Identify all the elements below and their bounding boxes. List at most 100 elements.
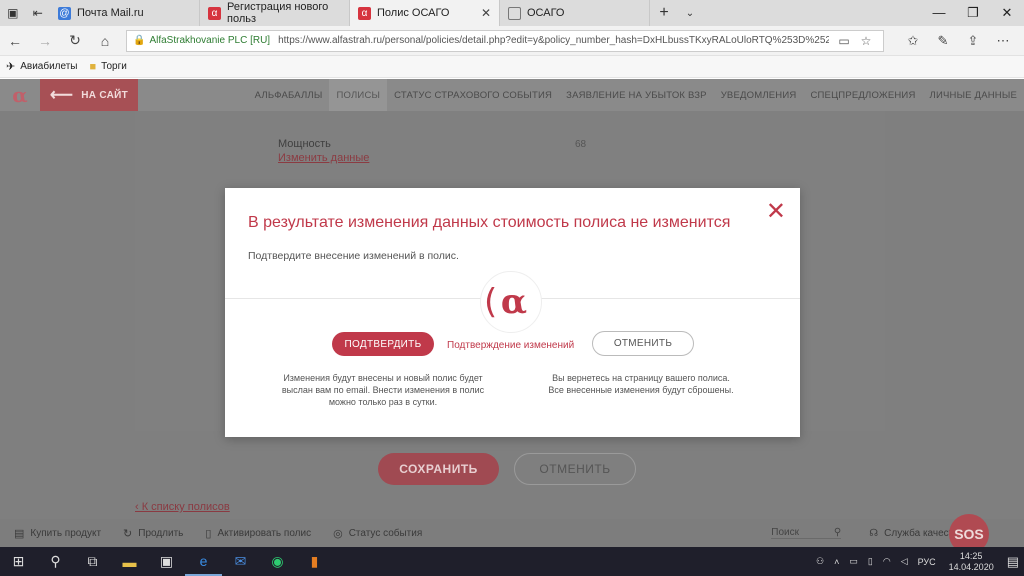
windows-start-icon[interactable]: ⊞ [0, 547, 37, 576]
set-aside-tabs-icon[interactable]: ⇤ [33, 6, 43, 20]
browser-tools: ✩ ✎ ⇪ ⋯ [898, 33, 1018, 49]
back-to-site-button[interactable]: ⟵ НА САЙТ [40, 79, 138, 111]
nav-personal-data[interactable]: ЛИЧНЫЕ ДАННЫЕ [923, 79, 1024, 111]
chevron-down-icon[interactable]: ⌄ [678, 8, 702, 19]
close-tab-icon[interactable]: ✕ [481, 6, 491, 20]
tab-osago[interactable]: ОСАГО [500, 0, 650, 26]
nav-claim-status[interactable]: СТАТУС СТРАХОВОГО СОБЫТИЯ [387, 79, 559, 111]
file-explorer-icon[interactable]: ▬ [111, 547, 148, 576]
site-nav: α ⟵ НА САЙТ АЛЬФАБАЛЛЫ ПОЛИСЫ СТАТУС СТР… [0, 79, 1024, 111]
footer-search[interactable]: Поиск ⚲ [771, 527, 842, 539]
address-input[interactable]: 🔒 AlfaStrakhovanie PLC [RU] https://www.… [126, 29, 884, 52]
nav-notifications[interactable]: УВЕДОМЛЕНИЯ [714, 79, 804, 111]
refresh-icon[interactable]: ↻ [60, 32, 90, 49]
page-icon [508, 6, 521, 20]
address-bar-row: ← → ↻ ⌂ 🔒 AlfaStrakhovanie PLC [RU] http… [0, 26, 1024, 56]
clock[interactable]: 14:25 14.04.2020 [949, 551, 994, 573]
plane-icon: ✈ [6, 61, 16, 73]
site-identity[interactable]: AlfaStrakhovanie PLC [RU] [149, 35, 270, 46]
favorite-torgi[interactable]: ■ Торги [90, 61, 127, 73]
save-button[interactable]: СОХРАНИТЬ [378, 453, 499, 485]
confirm-button[interactable]: ПОДТВЕРДИТЬ [332, 332, 434, 356]
windows-taskbar: ⊞ ⚲ ⧉ ▬ ▣ e ✉ ◉ ▮ ⚇ ˄ ▭ ▯ ◠ ◁ РУС 14:25 … [0, 547, 1024, 576]
new-tab-button[interactable]: + [650, 4, 678, 22]
mailru-icon: @ [58, 6, 71, 20]
lock-icon: 🔒 [133, 35, 146, 46]
modal-subtitle: Подтвердите внесение изменений в полис. [248, 250, 459, 262]
chevron-up-icon[interactable]: ˄ [834, 557, 839, 567]
nav-travel-claim[interactable]: ЗАЯВЛЕНИЕ НА УБЫТОК ВЗР [559, 79, 714, 111]
minimize-icon[interactable]: — [922, 5, 956, 21]
cart-icon: ▤ [14, 527, 25, 540]
tab-osago-policy[interactable]: α Полис ОСАГО ✕ [350, 0, 500, 26]
change-data-link[interactable]: Изменить данные [278, 152, 369, 164]
notifications-icon[interactable]: ▤ [1007, 554, 1019, 570]
edge-icon[interactable]: e [185, 547, 222, 576]
more-icon[interactable]: ⋯ [988, 33, 1018, 49]
close-icon[interactable]: ✕ [766, 200, 786, 224]
mail-icon[interactable]: ✉ [222, 547, 259, 576]
people-icon[interactable]: ⚇ [816, 556, 824, 567]
headset-icon: ☊ [869, 527, 879, 539]
main-menu: АЛЬФАБАЛЛЫ ПОЛИСЫ СТАТУС СТРАХОВОГО СОБЫ… [248, 79, 1024, 111]
modal-title: В результате изменения данных стоимость … [248, 214, 731, 231]
cancel-form-button[interactable]: ОТМЕНИТЬ [514, 453, 636, 485]
alfa-icon: α [208, 6, 221, 20]
nav-alfaballs[interactable]: АЛЬФАБАЛЛЫ [248, 79, 330, 111]
favorites-icon[interactable]: ✩ [898, 33, 928, 49]
footer-activate-policy[interactable]: ▯ Активировать полис [205, 527, 311, 540]
loading-spinner-icon: ( α [480, 271, 542, 333]
site-footer-bar: ▤ Купить продукт ↻ Продлить ▯ Активирова… [0, 519, 1024, 547]
home-icon[interactable]: ⌂ [90, 33, 120, 49]
folder-icon: ■ [89, 60, 97, 73]
footer-event-status[interactable]: ◎ Статус события [333, 527, 422, 540]
tab-mailru[interactable]: @ Почта Mail.ru [50, 0, 200, 26]
cancel-note: Вы вернетесь на страницу вашего полиса. … [548, 373, 734, 395]
document-icon: ▯ [205, 527, 212, 540]
alfa-icon: α [358, 6, 371, 20]
back-icon[interactable]: ← [0, 33, 30, 49]
check-circle-icon: ◎ [333, 527, 343, 540]
wifi-icon[interactable]: ◠ [883, 556, 891, 567]
favorite-star-icon[interactable]: ☆ [855, 34, 877, 48]
tab-registration[interactable]: α Регистрация нового польз [200, 0, 350, 26]
favorite-avia[interactable]: ✈ Авиабилеты [6, 60, 78, 73]
nav-policies[interactable]: ПОЛИСЫ [329, 79, 388, 111]
url-text[interactable]: https://www.alfastrah.ru/personal/polici… [278, 35, 829, 46]
field-label-power: Мощность [278, 138, 331, 150]
field-value-power: 68 [575, 139, 587, 150]
volume-icon[interactable]: ◁ [901, 556, 908, 567]
search-icon: ⚲ [833, 527, 842, 538]
close-window-icon[interactable]: ✕ [990, 5, 1024, 21]
back-to-policies-link[interactable]: ‹ К списку полисов [135, 501, 230, 513]
tab-actions: ▣ ⇤ [0, 6, 50, 20]
document-icon[interactable]: ▮ [296, 547, 333, 576]
restore-icon[interactable]: ❐ [956, 5, 990, 21]
network-icon[interactable]: ▭ [849, 556, 858, 567]
refresh-icon: ↻ [123, 527, 133, 540]
share-icon[interactable]: ⇪ [958, 33, 988, 49]
window-controls: — ❐ ✕ [922, 5, 1024, 21]
confirm-modal: В результате изменения данных стоимость … [225, 188, 800, 437]
alfa-logo[interactable]: α [0, 79, 40, 111]
forward-icon[interactable]: → [30, 33, 60, 49]
confirm-note: Изменения будут внесены и новый полис бу… [281, 373, 485, 407]
monitor-icon[interactable]: ▯ [868, 556, 873, 567]
language-indicator[interactable]: РУС [918, 557, 936, 567]
footer-buy-product[interactable]: ▤ Купить продукт [14, 527, 101, 540]
arrow-left-icon: ⟵ [49, 87, 74, 104]
browser-tab-bar: ▣ ⇤ @ Почта Mail.ru α Регистрация нового… [0, 0, 1024, 26]
search-icon[interactable]: ⚲ [37, 547, 74, 576]
nav-offers[interactable]: СПЕЦПРЕДЛОЖЕНИЯ [803, 79, 922, 111]
modal-cancel-button[interactable]: ОТМЕНИТЬ [592, 331, 694, 356]
store-icon[interactable]: ▣ [148, 547, 185, 576]
tab-preview-icon[interactable]: ▣ [7, 6, 18, 20]
pen-icon[interactable]: ✎ [928, 33, 958, 49]
reading-view-icon[interactable]: ▭ [833, 34, 855, 48]
footer-renew[interactable]: ↻ Продлить [123, 527, 183, 540]
system-tray: ⚇ ˄ ▭ ▯ ◠ ◁ РУС 14:25 14.04.2020 ▤ [811, 551, 1024, 573]
confirm-status-text: Подтверждение изменений [447, 340, 575, 351]
whatsapp-icon[interactable]: ◉ [259, 547, 296, 576]
favorites-bar: ✈ Авиабилеты ■ Торги [0, 56, 1024, 78]
task-view-icon[interactable]: ⧉ [74, 547, 111, 576]
